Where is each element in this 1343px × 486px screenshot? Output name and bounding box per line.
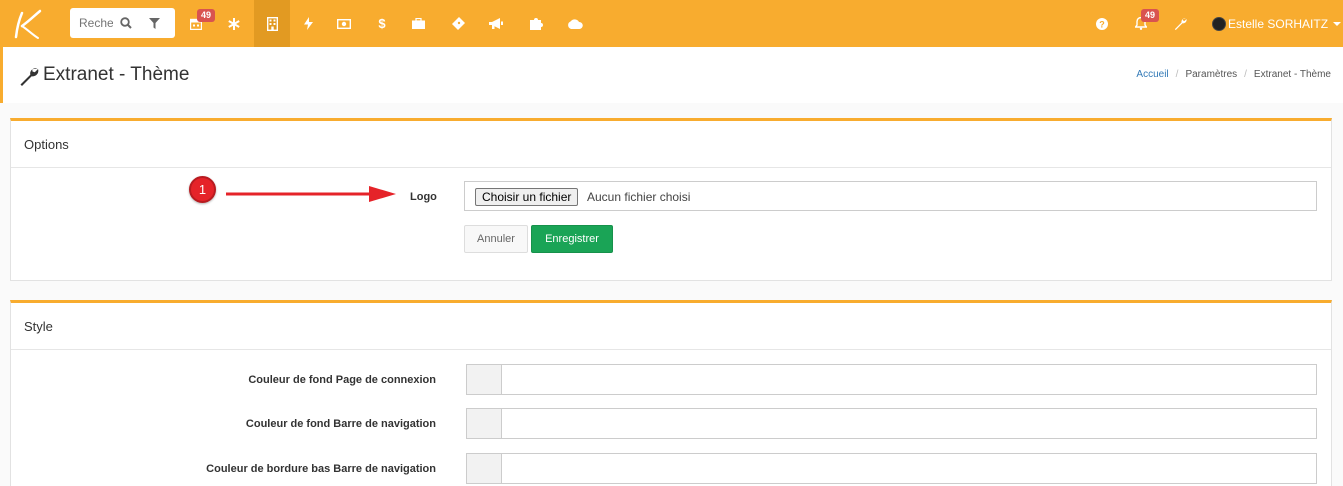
megaphone-icon[interactable] (478, 0, 514, 47)
options-heading: Options (11, 121, 1331, 168)
cancel-button[interactable]: Annuler (464, 225, 528, 253)
navbar-border-color-field (466, 453, 1317, 484)
navbar-border-color-label: Couleur de bordure bas Barre de navigati… (206, 463, 436, 475)
breadcrumb-separator: / (1175, 69, 1179, 80)
bolt-icon[interactable] (290, 0, 326, 47)
breadcrumb-home-link[interactable]: Accueil (1136, 69, 1168, 80)
color-swatch[interactable] (466, 453, 502, 484)
search-input[interactable] (79, 16, 113, 30)
color-swatch[interactable] (466, 364, 502, 395)
building-icon[interactable] (254, 0, 290, 47)
style-panel: Style Couleur de fond Page de connexion … (10, 300, 1332, 486)
puzzle-icon[interactable] (518, 0, 554, 47)
money-icon[interactable] (326, 0, 362, 47)
asterisk-icon[interactable] (216, 0, 252, 47)
avatar (1212, 17, 1226, 31)
login-bg-color-label: Couleur de fond Page de connexion (248, 374, 436, 386)
color-input[interactable] (501, 364, 1317, 395)
color-input[interactable] (501, 408, 1317, 439)
top-navbar: 49 $ ? 49 Estelle SORHAITZ (0, 0, 1343, 47)
cloud-icon[interactable] (557, 0, 593, 47)
svg-text:?: ? (1099, 19, 1105, 29)
calendar-icon[interactable] (178, 0, 214, 47)
calendar-badge: 49 (197, 9, 216, 22)
file-status: Aucun fichier choisi (587, 190, 691, 204)
logo-label: Logo (410, 191, 437, 203)
search-box (70, 8, 175, 38)
style-heading: Style (11, 303, 1331, 350)
annotation-marker: 1 (189, 176, 216, 203)
ticket-icon[interactable] (440, 0, 476, 47)
choose-file-button[interactable]: Choisir un fichier (475, 188, 579, 206)
help-icon[interactable]: ? (1084, 0, 1120, 47)
page-header: Extranet - Thème Accueil / Paramètres / … (0, 47, 1343, 103)
search-icon[interactable] (115, 8, 137, 38)
briefcase-icon[interactable] (400, 0, 436, 47)
page-title: Extranet - Thème (43, 64, 190, 85)
filter-icon[interactable] (143, 8, 165, 38)
navbar-bg-color-label: Couleur de fond Barre de navigation (245, 418, 436, 430)
breadcrumb: Accueil / Paramètres / Extranet - Thème (1136, 69, 1331, 80)
color-input[interactable] (501, 453, 1317, 484)
breadcrumb-parameters[interactable]: Paramètres (1185, 69, 1237, 80)
notifications-badge: 49 (1141, 9, 1160, 22)
save-button[interactable]: Enregistrer (531, 225, 613, 253)
breadcrumb-current: Extranet - Thème (1253, 69, 1331, 80)
breadcrumb-separator: / (1244, 69, 1247, 80)
wrench-icon[interactable] (1162, 0, 1198, 47)
color-swatch[interactable] (466, 408, 502, 439)
navbar-bg-color-field (466, 408, 1317, 439)
dollar-icon[interactable]: $ (364, 0, 400, 47)
chevron-down-icon (1333, 22, 1342, 26)
user-name: Estelle SORHAITZ (1228, 17, 1329, 31)
logo-file-input[interactable]: Choisir un fichier Aucun fichier choisi (464, 181, 1317, 211)
wrench-icon (20, 68, 39, 86)
login-bg-color-field (466, 364, 1317, 395)
brand-logo[interactable] (8, 8, 44, 40)
annotation-arrow (226, 186, 396, 202)
bell-icon[interactable] (1123, 0, 1159, 47)
user-menu[interactable]: Estelle SORHAITZ (1212, 15, 1342, 33)
